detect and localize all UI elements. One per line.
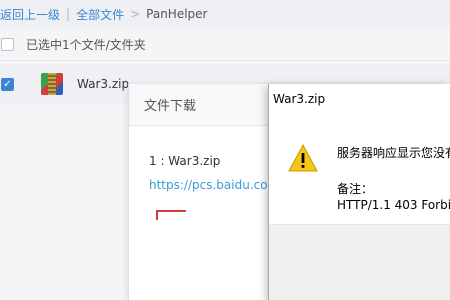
file-name[interactable]: War3.zip <box>77 77 129 91</box>
breadcrumb-chevron: > <box>130 7 141 21</box>
breadcrumb-separator: | <box>66 7 71 21</box>
warning-icon <box>288 144 318 172</box>
zip-file-icon <box>41 73 63 95</box>
download-item-line: 1 : War3.zip <box>149 154 221 168</box>
back-link[interactable]: 返回上一级 <box>0 6 60 23</box>
error-dialog-footer <box>269 224 450 300</box>
file-checkbox[interactable]: ✓ <box>1 77 14 91</box>
error-dialog-body: 服务器响应显示您没有 备注： HTTP/1.1 403 Forbidden <box>269 114 450 224</box>
error-note-value: HTTP/1.1 403 Forbidden <box>337 198 450 212</box>
header-divider <box>0 60 450 61</box>
error-dialog-title: War3.zip <box>269 84 450 114</box>
error-message: 服务器响应显示您没有 <box>337 146 450 160</box>
error-note-label: 备注： <box>337 182 374 196</box>
breadcrumb: 返回上一级 | 全部文件 > PanHelper <box>0 0 450 28</box>
all-files-link[interactable]: 全部文件 <box>76 6 124 23</box>
selection-header: 已选中1个文件/文件夹 <box>0 30 450 58</box>
selection-count-text: 已选中1个文件/文件夹 <box>26 37 146 52</box>
download-link[interactable]: https://pcs.baidu.com <box>149 178 279 192</box>
ok-button[interactable] <box>156 210 186 220</box>
select-all-checkbox[interactable] <box>1 37 14 51</box>
current-folder: PanHelper <box>146 7 208 21</box>
error-dialog: War3.zip 服务器响应显示您没有 备注： HTTP/1.1 403 For… <box>268 84 450 300</box>
